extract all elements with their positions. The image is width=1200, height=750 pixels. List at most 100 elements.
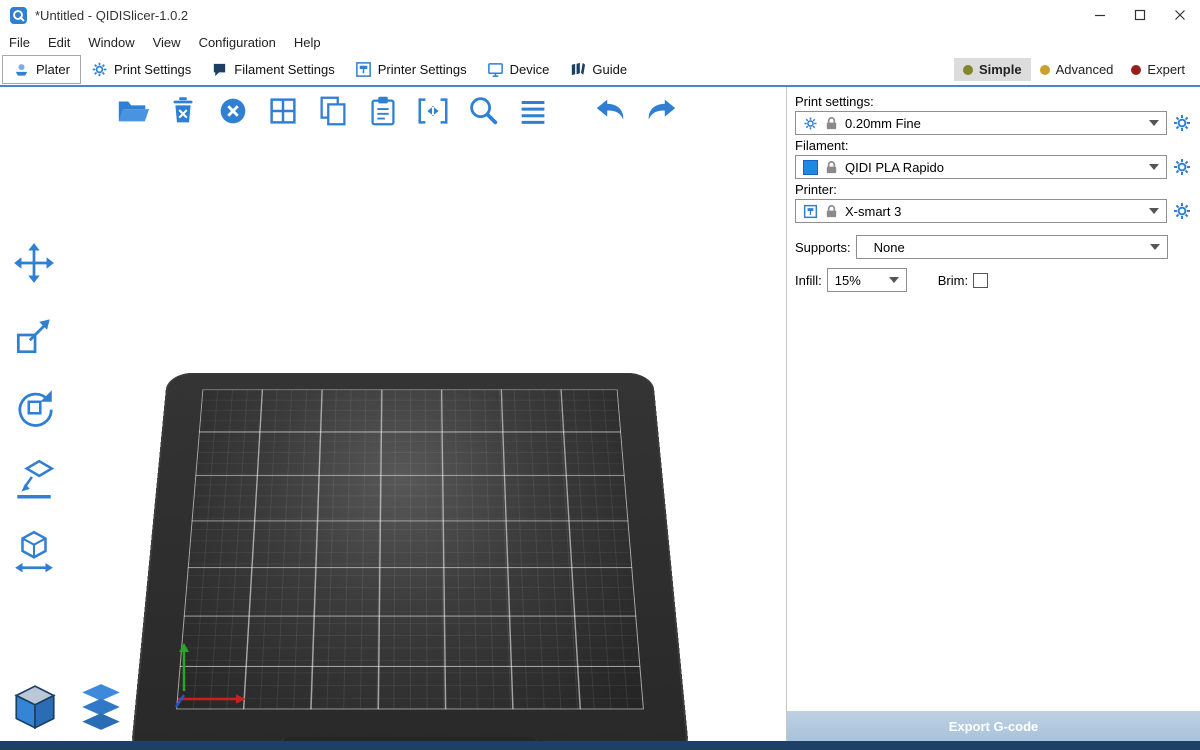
tab-label: Guide <box>592 62 627 77</box>
minimize-icon <box>1094 9 1106 21</box>
printer-combo[interactable]: X-smart 3 <box>795 199 1167 223</box>
tab-print-settings[interactable]: Print Settings <box>81 56 201 83</box>
app-logo-icon <box>10 7 27 24</box>
infill-combo[interactable]: 15% <box>827 268 907 292</box>
delete-icon <box>165 93 201 129</box>
move-tool-button[interactable] <box>10 239 58 287</box>
split-button[interactable] <box>414 92 452 130</box>
title-bar: *Untitled - QIDISlicer-1.0.2 <box>0 0 1200 30</box>
menu-window[interactable]: Window <box>79 35 143 50</box>
chevron-down-icon <box>1149 164 1159 170</box>
advanced-mode-dot <box>1040 65 1050 75</box>
undo-button[interactable] <box>592 92 630 130</box>
scale-tool-button[interactable] <box>10 311 58 359</box>
menu-help[interactable]: Help <box>285 35 330 50</box>
mode-label: Advanced <box>1056 62 1114 77</box>
copy-button[interactable] <box>314 92 352 130</box>
delete-button[interactable] <box>164 92 202 130</box>
gear-icon <box>803 116 818 131</box>
redo-icon <box>643 93 679 129</box>
search-button[interactable] <box>464 92 502 130</box>
redo-button[interactable] <box>642 92 680 130</box>
tab-label: Print Settings <box>114 62 191 77</box>
paste-icon <box>365 93 401 129</box>
close-button[interactable] <box>1160 0 1200 30</box>
chevron-down-icon <box>1149 120 1159 126</box>
menu-edit[interactable]: Edit <box>39 35 79 50</box>
tab-printer-settings[interactable]: Printer Settings <box>345 56 477 83</box>
tab-plater[interactable]: Plater <box>2 55 81 84</box>
menu-bar: File Edit Window View Configuration Help <box>0 30 1200 54</box>
layer-height-button[interactable] <box>514 92 552 130</box>
object-toolbar <box>114 92 680 130</box>
filament-gear-button[interactable] <box>1172 157 1192 177</box>
open-folder-button[interactable] <box>114 92 152 130</box>
place-on-face-tool-button[interactable] <box>10 455 58 503</box>
lock-icon <box>824 160 839 175</box>
minimize-button[interactable] <box>1080 0 1120 30</box>
tab-device[interactable]: Device <box>477 56 560 83</box>
mode-label: Simple <box>979 62 1022 77</box>
mode-switcher: Simple Advanced Expert <box>954 58 1200 81</box>
measure-tool-icon <box>11 528 57 574</box>
mode-expert[interactable]: Expert <box>1122 58 1194 81</box>
manipulation-toolbar <box>10 239 58 575</box>
printer-settings-icon <box>355 61 372 78</box>
preview-view-button[interactable] <box>76 681 126 733</box>
editor-view-button[interactable] <box>10 681 60 733</box>
print-settings-label: Print settings: <box>795 94 1192 109</box>
split-icon <box>415 93 451 129</box>
simple-mode-dot <box>963 65 973 75</box>
layer-height-icon <box>515 93 551 129</box>
undo-icon <box>593 93 629 129</box>
maximize-icon <box>1134 9 1146 21</box>
tab-label: Device <box>510 62 550 77</box>
window-title: *Untitled - QIDISlicer-1.0.2 <box>35 8 188 23</box>
copy-icon <box>315 93 351 129</box>
tab-label: Filament Settings <box>234 62 334 77</box>
maximize-button[interactable] <box>1120 0 1160 30</box>
print-settings-combo[interactable]: 0.20mm Fine <box>795 111 1167 135</box>
expert-mode-dot <box>1131 65 1141 75</box>
tab-label: Plater <box>36 62 70 77</box>
arrange-button[interactable] <box>264 92 302 130</box>
print-bed-handle <box>279 737 541 741</box>
menu-configuration[interactable]: Configuration <box>190 35 285 50</box>
guide-icon <box>569 61 586 78</box>
tab-label: Printer Settings <box>378 62 467 77</box>
brim-checkbox[interactable] <box>973 273 988 288</box>
menu-view[interactable]: View <box>144 35 190 50</box>
mode-advanced[interactable]: Advanced <box>1031 58 1123 81</box>
lock-icon <box>824 116 839 131</box>
editor-view-cube-icon <box>11 682 59 732</box>
filament-label: Filament: <box>795 138 1192 153</box>
lock-icon <box>824 204 839 219</box>
infill-value: 15% <box>835 273 861 288</box>
paste-button[interactable] <box>364 92 402 130</box>
supports-combo[interactable]: None <box>856 235 1168 259</box>
chevron-down-icon <box>1150 244 1160 250</box>
close-icon <box>1174 9 1186 21</box>
delete-all-icon <box>215 93 251 129</box>
3d-viewport[interactable] <box>0 87 787 741</box>
mode-simple[interactable]: Simple <box>954 58 1031 81</box>
tab-guide[interactable]: Guide <box>559 56 637 83</box>
print-settings-gear-button[interactable] <box>1172 113 1192 133</box>
chevron-down-icon <box>889 277 899 283</box>
mode-label: Expert <box>1147 62 1185 77</box>
filament-combo[interactable]: QIDI PLA Rapido <box>795 155 1167 179</box>
preview-layers-icon <box>77 682 125 732</box>
plater-icon <box>13 61 30 78</box>
printer-gear-button[interactable] <box>1172 201 1192 221</box>
filament-settings-icon <box>211 61 228 78</box>
export-gcode-button[interactable]: Export G-code <box>787 711 1200 741</box>
measure-tool-button[interactable] <box>10 527 58 575</box>
tab-filament-settings[interactable]: Filament Settings <box>201 56 344 83</box>
chevron-down-icon <box>1149 208 1159 214</box>
menu-file[interactable]: File <box>0 35 39 50</box>
delete-all-button[interactable] <box>214 92 252 130</box>
rotate-tool-button[interactable] <box>10 383 58 431</box>
supports-value: None <box>864 240 905 255</box>
sidebar: Print settings: 0.20mm Fine Filament: <box>787 87 1200 741</box>
filament-color-swatch <box>803 160 818 175</box>
